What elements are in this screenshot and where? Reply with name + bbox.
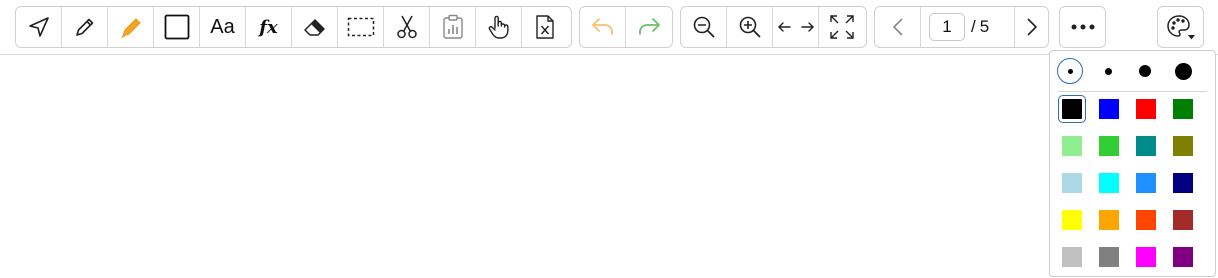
more-options-button[interactable] [1060,7,1105,47]
color-swatch[interactable] [1099,173,1119,193]
palette-icon [1166,15,1195,40]
formula-tool-label: fx [259,16,278,38]
view-group [680,6,867,48]
palette-button[interactable] [1158,7,1203,47]
page-number-input[interactable]: 1 [929,13,965,41]
color-swatch[interactable] [1062,247,1082,267]
color-swatch[interactable] [1173,210,1193,230]
page-separator: / [971,17,976,36]
panel-divider [1058,91,1207,92]
color-swatch[interactable] [1136,210,1156,230]
pan-tool-button[interactable] [476,7,522,47]
color-swatch[interactable] [1173,247,1193,267]
color-swatch[interactable] [1062,173,1082,193]
zoom-in-button[interactable] [727,7,773,47]
redo-button[interactable] [626,7,672,47]
page-indicator: 1 / 5 [921,7,1015,47]
select-tool-button[interactable] [16,7,62,47]
pencil-tool-button[interactable] [62,7,108,47]
prev-page-button[interactable] [875,7,921,47]
color-swatch[interactable] [1099,99,1119,119]
stroke-size-small[interactable] [1057,58,1083,84]
clipboard-paste-icon [442,14,463,39]
color-swatch[interactable] [1173,99,1193,119]
color-swatch[interactable] [1136,247,1156,267]
fit-width-icon [777,22,814,32]
palette-panel [1049,50,1216,277]
undo-button[interactable] [580,7,626,47]
stroke-size-large[interactable] [1132,58,1158,84]
text-tool-button[interactable]: Aa [200,7,246,47]
chevron-left-icon [892,18,903,36]
color-swatch[interactable] [1173,136,1193,156]
color-swatch[interactable] [1062,136,1082,156]
fullscreen-icon [830,15,854,39]
rectangle-tool-button[interactable] [154,7,200,47]
color-swatch[interactable] [1062,210,1082,230]
color-swatch[interactable] [1173,173,1193,193]
color-swatch[interactable] [1136,173,1156,193]
stroke-size-row [1050,51,1215,89]
undo-icon [591,18,613,35]
eraser-tool-button[interactable] [292,7,338,47]
fullscreen-button[interactable] [819,7,865,47]
zoom-out-button[interactable] [681,7,727,47]
marquee-select-icon [347,17,374,37]
color-swatch[interactable] [1136,136,1156,156]
toolbar: Aa fx 1 / 5 [0,0,1218,55]
history-group [579,6,673,48]
color-swatch[interactable] [1058,95,1086,123]
highlighter-tool-button[interactable] [108,7,154,47]
color-swatch[interactable] [1099,247,1119,267]
palette-group [1157,6,1204,48]
hand-pan-icon [488,15,508,39]
redo-icon [639,18,660,35]
fit-width-button[interactable] [773,7,819,47]
select-arrow-icon [28,17,49,37]
chevron-right-icon [1026,18,1037,36]
stroke-size-medium[interactable] [1095,58,1121,84]
zoom-out-icon [693,16,715,38]
delete-page-icon [536,15,554,39]
color-swatch[interactable] [1099,136,1119,156]
delete-page-button[interactable] [522,7,568,47]
text-tool-label: Aa [210,15,235,38]
tool-group: Aa fx [15,6,572,48]
formula-tool-button[interactable]: fx [246,7,292,47]
marquee-select-button[interactable] [338,7,384,47]
color-swatch[interactable] [1099,210,1119,230]
zoom-in-icon [739,16,761,38]
cut-button[interactable] [384,7,430,47]
rectangle-icon [164,14,189,40]
eraser-icon [303,19,325,36]
more-options-icon [1071,24,1094,30]
next-page-button[interactable] [1015,7,1048,47]
page-total: 5 [979,17,990,36]
stroke-size-x-large[interactable] [1170,58,1196,84]
highlighter-icon [120,18,141,38]
pager-group: 1 / 5 [874,6,1049,48]
paste-button[interactable] [430,7,476,47]
scissors-icon [396,15,417,39]
more-group [1059,6,1106,48]
color-swatch[interactable] [1136,99,1156,119]
pencil-icon [75,18,93,36]
